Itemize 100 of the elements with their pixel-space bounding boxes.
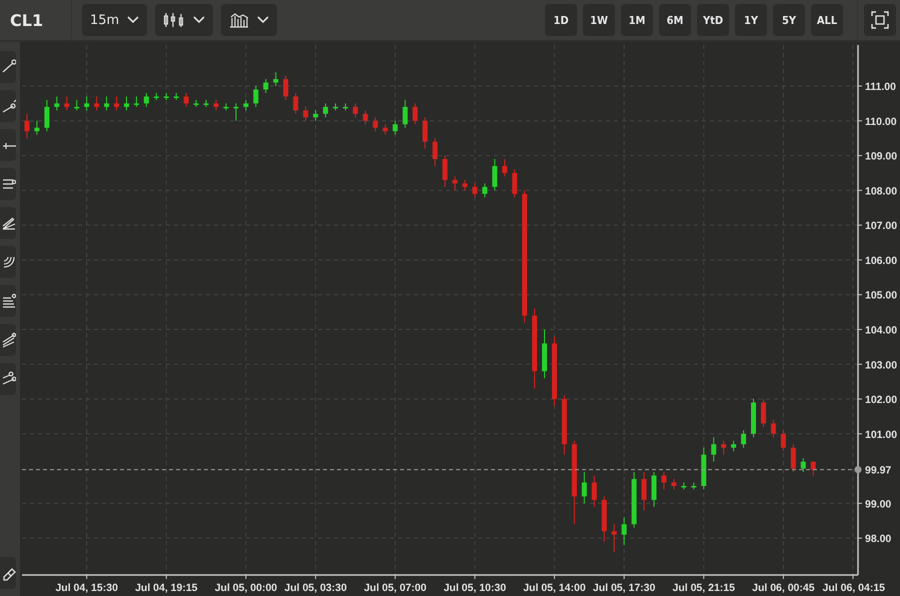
candlestick bbox=[780, 430, 786, 452]
time-label: Jul 04, 19:15 bbox=[135, 582, 198, 594]
drawing-tool-button[interactable] bbox=[0, 324, 16, 356]
candlestick bbox=[482, 182, 488, 198]
drawing-tool-button[interactable] bbox=[0, 51, 16, 83]
candlestick bbox=[144, 92, 149, 108]
candlestick bbox=[810, 461, 816, 476]
pitchfork-icon bbox=[2, 332, 16, 348]
chevron-down-icon bbox=[257, 16, 270, 24]
candlestick bbox=[552, 336, 557, 406]
candlestick bbox=[64, 96, 70, 111]
trend-line-icon bbox=[2, 59, 16, 75]
drawing-tool-button[interactable] bbox=[0, 363, 16, 395]
drawing-tool-button[interactable] bbox=[0, 90, 16, 122]
candlestick bbox=[164, 92, 169, 100]
candlestick bbox=[224, 102, 229, 111]
candlestick bbox=[582, 472, 587, 504]
eraser-button[interactable] bbox=[0, 557, 16, 589]
candlestick bbox=[741, 430, 746, 448]
candlestick bbox=[273, 72, 278, 87]
last-price-label: 99.97 bbox=[865, 464, 892, 477]
candlestick bbox=[661, 472, 666, 490]
time-label: Jul 05, 10:30 bbox=[444, 582, 506, 594]
levels-icon bbox=[2, 293, 16, 309]
range-button[interactable]: 1Y bbox=[735, 4, 767, 36]
candlestick bbox=[313, 110, 318, 122]
price-label: 104.00 bbox=[865, 324, 898, 336]
drawing-tool-button[interactable] bbox=[0, 246, 16, 278]
candlestick bbox=[253, 86, 258, 108]
candlestick bbox=[592, 475, 597, 508]
candlestick bbox=[293, 92, 298, 114]
time-label: Jul 05, 07:00 bbox=[364, 582, 426, 594]
candlestick bbox=[124, 96, 129, 111]
candlestick bbox=[502, 158, 508, 177]
price-label: 99.00 bbox=[865, 498, 892, 510]
candlestick bbox=[323, 102, 328, 118]
candlestick bbox=[44, 99, 50, 132]
interval-dropdown[interactable]: 15m bbox=[82, 4, 148, 36]
range-button[interactable]: 6M bbox=[659, 4, 691, 36]
candlestick bbox=[651, 472, 656, 508]
candlestick bbox=[104, 96, 110, 111]
drawing-tool-button[interactable] bbox=[0, 168, 16, 200]
candlestick bbox=[790, 444, 796, 473]
time-label: Jul 06, 04:15 bbox=[822, 582, 886, 594]
candlestick bbox=[512, 169, 518, 198]
candlestick bbox=[54, 96, 60, 111]
candlestick bbox=[303, 106, 308, 122]
candlestick bbox=[34, 120, 40, 136]
candlestick bbox=[194, 99, 199, 108]
range-button[interactable]: 1M bbox=[621, 4, 653, 36]
time-label: Jul 05, 00:00 bbox=[214, 582, 278, 594]
range-button[interactable]: YtD bbox=[697, 4, 729, 36]
range-button[interactable]: ALL bbox=[811, 4, 843, 36]
candlestick bbox=[382, 124, 388, 136]
range-button[interactable]: 1D bbox=[545, 4, 577, 36]
chevron-down-icon bbox=[127, 16, 140, 24]
candlestick bbox=[74, 99, 80, 111]
candlestick bbox=[392, 120, 398, 136]
price-label: 102.00 bbox=[865, 394, 898, 406]
candlestick bbox=[681, 482, 686, 490]
time-label: Jul 05, 14:00 bbox=[523, 582, 586, 594]
candlestick bbox=[462, 179, 468, 191]
range-button[interactable]: 1W bbox=[583, 4, 615, 36]
symbol-label: CL1 bbox=[0, 0, 72, 40]
time-label: Jul 05, 21:15 bbox=[672, 582, 735, 594]
candlestick bbox=[472, 182, 478, 198]
candlestick bbox=[452, 176, 458, 191]
candlestick bbox=[402, 99, 408, 128]
candlestick bbox=[333, 102, 338, 111]
chart-type-dropdown[interactable] bbox=[155, 4, 214, 36]
candlestick bbox=[770, 419, 776, 438]
candlestick bbox=[114, 96, 120, 111]
bar-chart-icon bbox=[229, 12, 250, 28]
range-button[interactable]: 5Y bbox=[773, 4, 805, 36]
drawing-tool-button[interactable] bbox=[0, 207, 16, 239]
candlestick bbox=[412, 102, 418, 125]
drawing-tool-button[interactable] bbox=[0, 129, 16, 161]
candlestick bbox=[751, 398, 756, 438]
candlestick bbox=[432, 138, 438, 167]
candlestick bbox=[492, 158, 498, 191]
candlestick bbox=[691, 482, 696, 490]
price-label: 101.00 bbox=[865, 428, 898, 441]
candlestick bbox=[204, 99, 209, 108]
candlestick bbox=[602, 496, 607, 542]
candlestick bbox=[562, 395, 567, 456]
candlestick bbox=[731, 440, 736, 452]
fullscreen-button[interactable] bbox=[864, 4, 896, 36]
candlestick bbox=[283, 75, 288, 100]
indicators-dropdown[interactable] bbox=[221, 4, 278, 36]
price-label: 111.00 bbox=[865, 81, 896, 94]
candlestick bbox=[342, 102, 348, 111]
candlestick bbox=[362, 110, 368, 125]
arcs-icon bbox=[2, 254, 16, 270]
drawing-tool-button[interactable] bbox=[0, 285, 16, 317]
time-label: Jul 05, 17:30 bbox=[592, 582, 656, 594]
price-label: 98.00 bbox=[865, 533, 892, 546]
candlestick bbox=[612, 524, 617, 553]
price-label: 106.00 bbox=[865, 254, 898, 267]
candlestick bbox=[721, 440, 726, 456]
candlestick bbox=[632, 472, 637, 528]
